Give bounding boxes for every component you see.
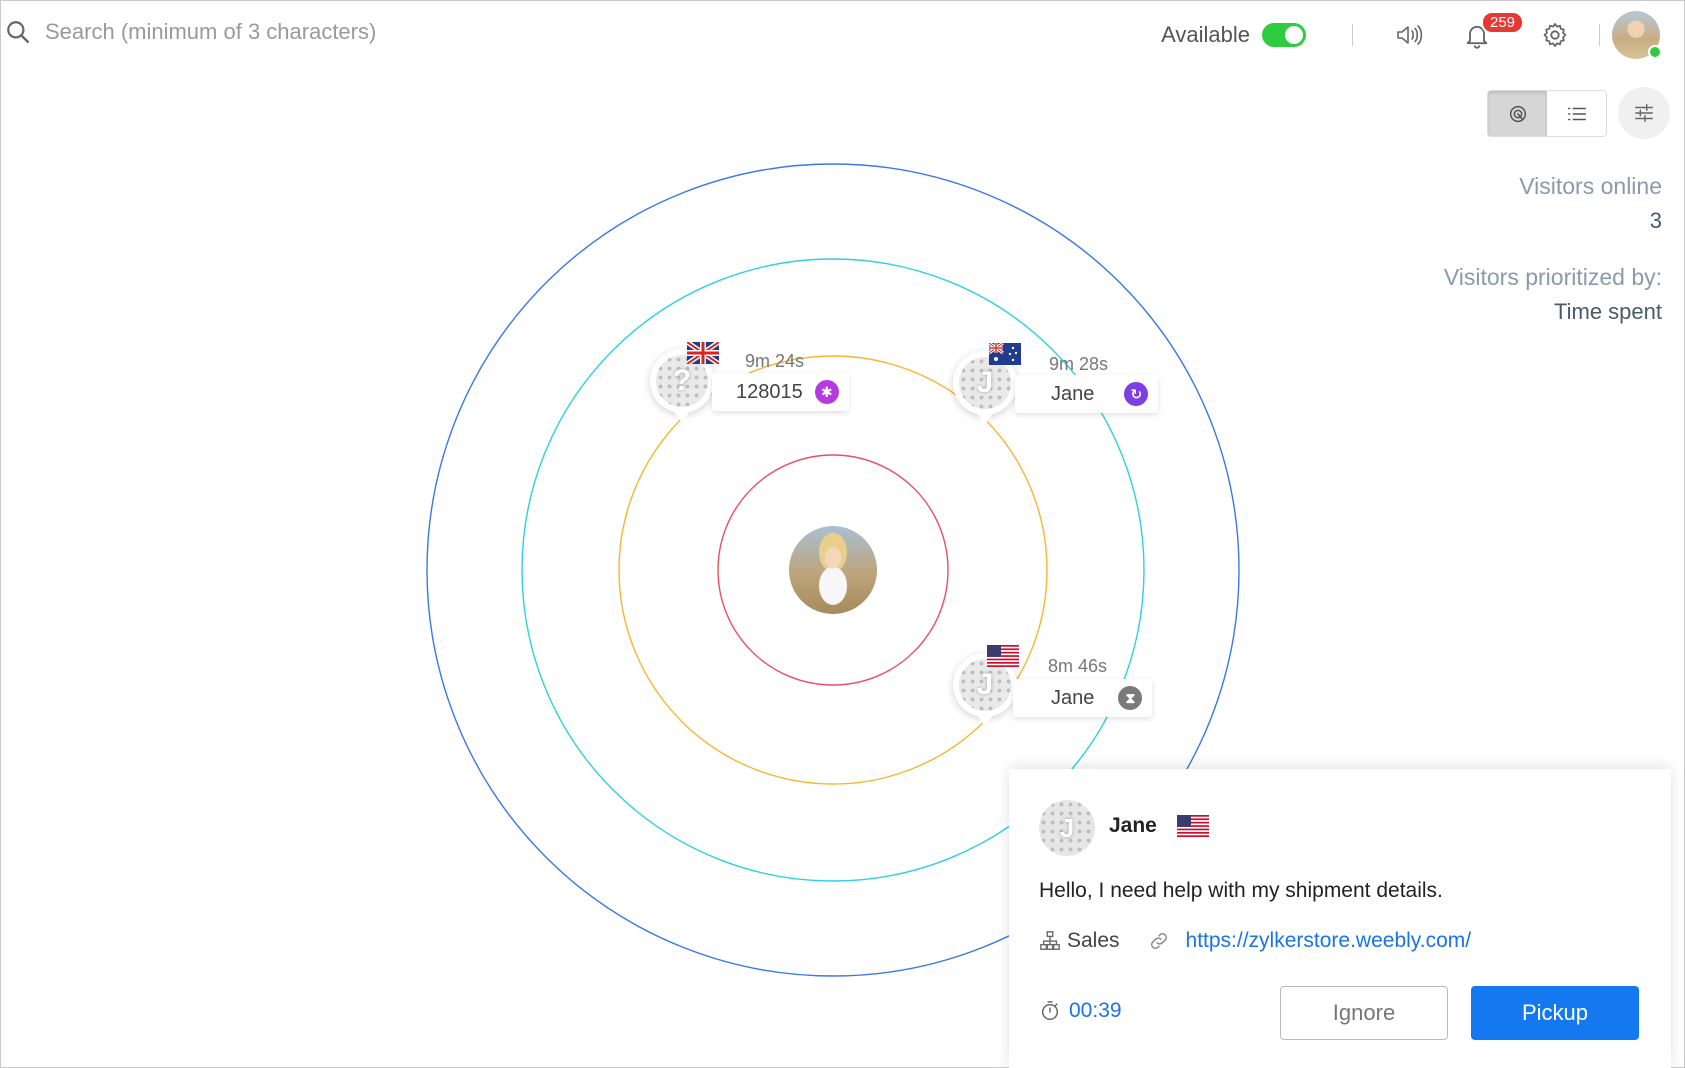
visitor-name-tag[interactable]: Jane ⧗ (1013, 679, 1153, 717)
chat-department: Sales (1067, 929, 1120, 952)
app-window: Available 259 Visitors online 3 (0, 0, 1685, 1068)
visitor-time-spent: 9m 28s (1049, 354, 1109, 374)
visitor-name: Jane (1051, 686, 1095, 709)
visitor-name: Jane (1051, 382, 1095, 405)
chat-message: Hello, I need help with my shipment deta… (1039, 879, 1443, 902)
visitor-name-tag[interactable]: 128015 ✱ (712, 373, 849, 411)
visitor-name: 128015 (736, 380, 803, 403)
australia-flag-icon (989, 343, 1021, 365)
stopwatch-icon (1041, 1001, 1059, 1020)
agent-avatar-center (789, 526, 877, 614)
link-icon (1150, 933, 1167, 949)
chat-visitor-name: Jane (1109, 814, 1157, 837)
hourglass-icon: ⧗ (1118, 686, 1143, 710)
redirect-icon: ↻ (1124, 382, 1149, 406)
chat-wait-timer: 00:39 (1039, 999, 1122, 1023)
visitor-time-spent: 9m 24s (745, 351, 805, 371)
chat-meta: Sales https://zylkerstore.weebly.com/ (1039, 929, 1471, 953)
asterisk-icon: ✱ (814, 380, 839, 404)
visitor-name-tag[interactable]: Jane ↻ (1015, 375, 1159, 413)
usa-flag-icon (1177, 815, 1209, 837)
timer-value: 00:39 (1069, 999, 1122, 1022)
ignore-button[interactable]: Ignore (1280, 986, 1448, 1040)
chat-visitor-avatar: J (1039, 800, 1095, 856)
incoming-chat-card: J Jane Hello, I need help with my shipme… (1009, 769, 1671, 1068)
visitor-time-spent: 8m 46s (1048, 656, 1108, 676)
uk-flag-icon (687, 342, 719, 364)
usa-flag-icon (987, 645, 1019, 667)
department-icon (1040, 931, 1060, 950)
pickup-button[interactable]: Pickup (1471, 986, 1639, 1040)
chat-page-url[interactable]: https://zylkerstore.weebly.com/ (1186, 929, 1472, 953)
